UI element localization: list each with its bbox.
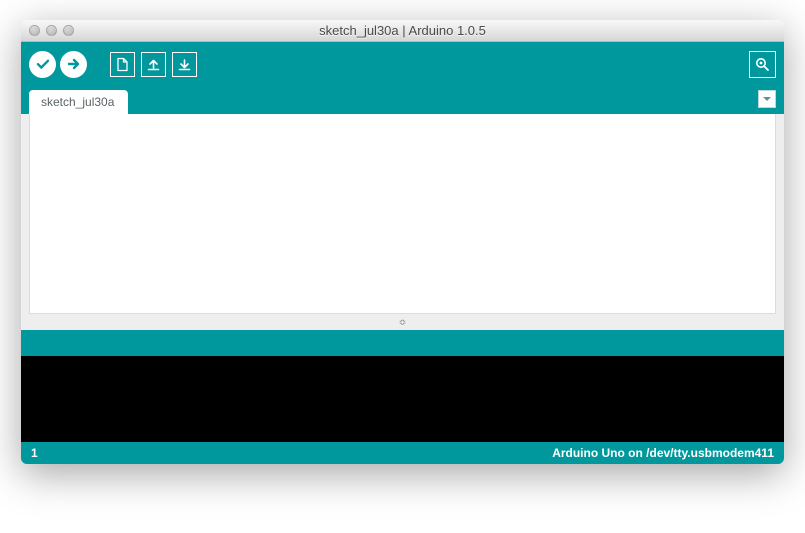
window-controls — [29, 25, 74, 36]
file-icon — [115, 57, 130, 72]
magnifier-icon — [754, 56, 771, 73]
app-window: sketch_jul30a | Arduino 1.0.5 — [21, 20, 784, 464]
chevron-down-icon — [762, 94, 772, 104]
line-number: 1 — [31, 446, 38, 460]
check-icon — [35, 56, 51, 72]
tab-menu-button[interactable] — [758, 90, 776, 108]
serial-monitor-button[interactable] — [749, 51, 776, 78]
open-sketch-button[interactable] — [140, 51, 167, 78]
minimize-window-button[interactable] — [46, 25, 57, 36]
arrow-down-save-icon — [177, 57, 192, 72]
new-sketch-button[interactable] — [109, 51, 136, 78]
save-sketch-button[interactable] — [171, 51, 198, 78]
zoom-window-button[interactable] — [63, 25, 74, 36]
footer-bar: 1 Arduino Uno on /dev/tty.usbmodem411 — [21, 442, 784, 464]
close-window-button[interactable] — [29, 25, 40, 36]
sketch-tab-label: sketch_jul30a — [41, 95, 114, 109]
tab-bar: sketch_jul30a — [21, 86, 784, 114]
window-title: sketch_jul30a | Arduino 1.0.5 — [21, 23, 784, 38]
sketch-tab[interactable]: sketch_jul30a — [29, 90, 128, 114]
code-editor[interactable] — [29, 114, 776, 314]
arrow-right-icon — [66, 56, 82, 72]
console-output — [21, 356, 784, 442]
status-bar — [21, 330, 784, 356]
board-port-status: Arduino Uno on /dev/tty.usbmodem411 — [552, 446, 774, 460]
upload-button[interactable] — [60, 51, 87, 78]
resize-handle[interactable]: ≎ — [21, 318, 784, 330]
arrow-up-open-icon — [146, 57, 161, 72]
verify-button[interactable] — [29, 51, 56, 78]
toolbar — [21, 42, 784, 86]
titlebar: sketch_jul30a | Arduino 1.0.5 — [21, 20, 784, 42]
editor-container — [21, 114, 784, 318]
